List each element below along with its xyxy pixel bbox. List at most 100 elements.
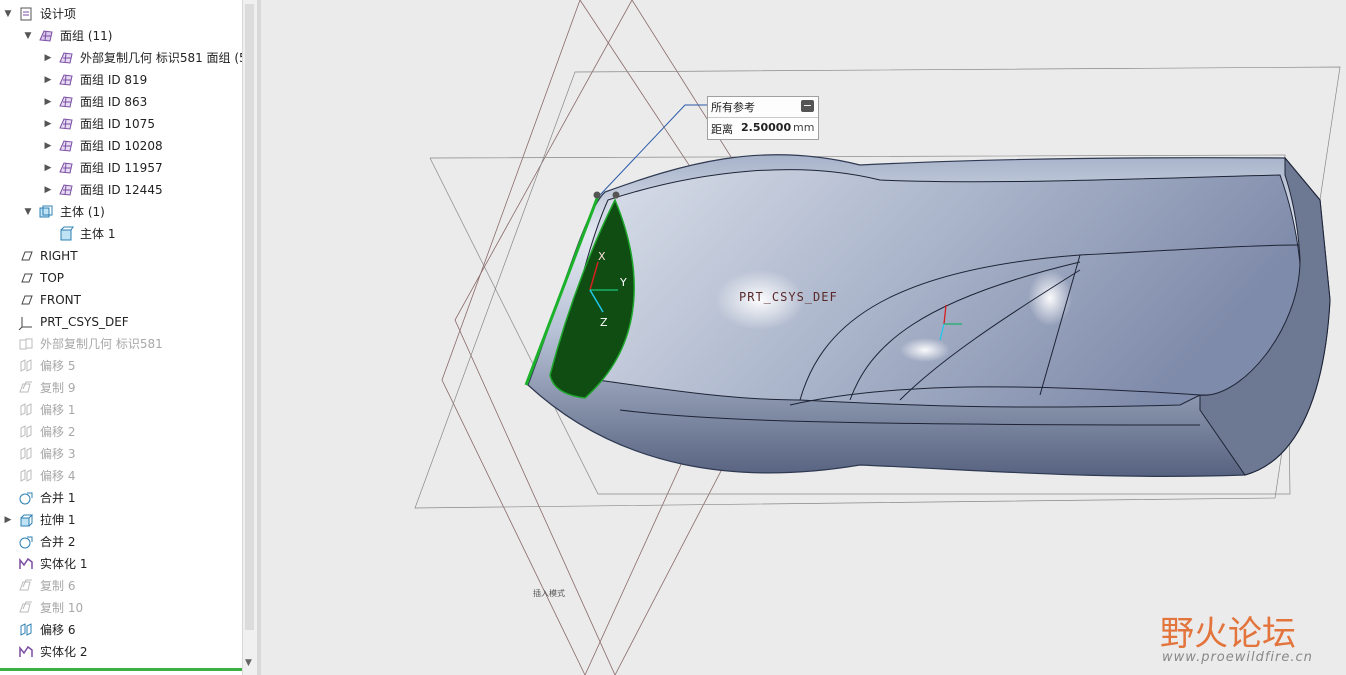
tree-item[interactable]: PRT_CSYS_DEF (0, 311, 242, 333)
tree-item[interactable]: ▼ 设计项 (0, 3, 242, 25)
copy-icon (18, 380, 34, 396)
expand-arrow-icon[interactable]: ▶ (42, 135, 54, 157)
tree-item-label: 合并 1 (40, 491, 76, 505)
body-group-icon (38, 204, 54, 220)
copy-icon (18, 578, 34, 594)
tree-item[interactable]: ▶ 拉伸 1 (0, 509, 242, 531)
collapse-arrow-icon[interactable]: ▼ (22, 25, 34, 47)
quilt-icon (58, 182, 74, 198)
expand-arrow-icon[interactable]: ▶ (42, 113, 54, 135)
expand-arrow-icon[interactable]: ▶ (42, 69, 54, 91)
distance-value[interactable]: 2.50000 (741, 121, 791, 134)
tree-item-label: 外部复制几何 标识581 (40, 337, 163, 351)
tree-item[interactable]: 偏移 1 (0, 399, 242, 421)
watermark-url: www.proewildfire.cn (1162, 650, 1313, 665)
tree-item-label: 偏移 4 (40, 469, 76, 483)
ref-point-1 (593, 191, 601, 199)
csys-label: PRT_CSYS_DEF (739, 290, 838, 304)
watermark-brand: 野火论坛 (1160, 614, 1296, 654)
tree-item[interactable]: ▶ 外部复制几何 标识581 面组 (5 (0, 47, 242, 69)
tree-status-line (0, 668, 242, 671)
quilt-icon (58, 94, 74, 110)
collapse-arrow-icon[interactable]: ▼ (2, 3, 14, 25)
tree-item[interactable]: 偏移 3 (0, 443, 242, 465)
tree-item-label: 偏移 5 (40, 359, 76, 373)
axis-x-label: X (598, 250, 606, 263)
scrollbar-thumb[interactable] (245, 4, 254, 630)
tree-item-label: 面组 ID 819 (80, 73, 148, 87)
collapse-arrow-icon[interactable]: ▼ (22, 201, 34, 223)
tree-item-label: 复制 9 (40, 381, 76, 395)
tree-item[interactable]: ▶ 面组 ID 10208 (0, 135, 242, 157)
tree-item-label: 面组 ID 863 (80, 95, 148, 109)
tree-item[interactable]: RIGHT (0, 245, 242, 267)
tree-item-label: 复制 6 (40, 579, 76, 593)
quilt-icon (58, 116, 74, 132)
tree-item[interactable]: ▶ 面组 ID 1075 (0, 113, 242, 135)
tree-item-label: 主体 (1) (60, 205, 105, 219)
tree-item-label: 外部复制几何 标识581 面组 (5 (80, 51, 242, 65)
expand-arrow-icon[interactable]: ▶ (2, 509, 14, 531)
design-items-icon (18, 6, 34, 22)
expand-arrow-icon[interactable]: ▶ (42, 47, 54, 69)
offset-icon (18, 402, 34, 418)
tree-item[interactable]: 偏移 6 (0, 619, 242, 641)
tree-item[interactable]: ▶ 面组 ID 12445 (0, 179, 242, 201)
offset-icon (18, 358, 34, 374)
axis-y-label: Y (619, 276, 627, 289)
distance-label: 距离 (711, 123, 733, 136)
tree-item-label: PRT_CSYS_DEF (40, 315, 129, 329)
tree-item[interactable]: 外部复制几何 标识581 (0, 333, 242, 355)
tree-item[interactable]: 合并 2 (0, 531, 242, 553)
tree-item[interactable]: 实体化 2 (0, 641, 242, 663)
tree-item[interactable]: 偏移 2 (0, 421, 242, 443)
tree-item[interactable]: 偏移 5 (0, 355, 242, 377)
expand-arrow-icon[interactable]: ▶ (42, 157, 54, 179)
tree-item[interactable]: 主体 1 (0, 223, 242, 245)
tree-item[interactable]: 实体化 1 (0, 553, 242, 575)
merge-icon (18, 490, 34, 506)
csys-icon (18, 314, 34, 331)
tree-item-label: 设计项 (40, 7, 77, 21)
tree-item-label: FRONT (40, 293, 81, 307)
mode-text: 插入模式 (533, 589, 565, 598)
tree-item[interactable]: ▼ 面组 (11) (0, 25, 242, 47)
tree-item-label: TOP (40, 271, 65, 285)
body-icon (58, 226, 74, 242)
tree-item-label: 偏移 1 (40, 403, 76, 417)
tree-item[interactable]: FRONT (0, 289, 242, 311)
tree-item[interactable]: 复制 9 (0, 377, 242, 399)
tree-item[interactable]: ▶ 面组 ID 863 (0, 91, 242, 113)
tree-item-label: 面组 ID 11957 (80, 161, 163, 175)
offset-icon (18, 622, 34, 638)
scroll-down-icon[interactable]: ▼ (245, 658, 252, 668)
tree-item[interactable]: TOP (0, 267, 242, 289)
model-tree: ▼ 设计项 ▼ 面组 (11) ▶ 外部复制几何 标识581 面组 (5 ▶ 面组 ID 81… (0, 0, 242, 675)
copy-geom-icon (18, 336, 34, 352)
minus-icon[interactable]: − (801, 100, 814, 112)
merge-icon (18, 534, 34, 550)
tooltip-divider (708, 117, 818, 118)
copy-icon (18, 600, 34, 616)
tree-item[interactable]: 复制 6 (0, 575, 242, 597)
tree-item[interactable]: ▶ 面组 ID 11957 (0, 157, 242, 179)
tree-item[interactable]: ▼ 主体 (1) (0, 201, 242, 223)
solidify-icon (18, 644, 34, 660)
tree-item[interactable]: 合并 1 (0, 487, 242, 509)
tree-item-label: RIGHT (40, 249, 78, 263)
tree-item[interactable]: 偏移 4 (0, 465, 242, 487)
tree-item-label: 面组 ID 10208 (80, 139, 163, 153)
expand-arrow-icon[interactable]: ▶ (42, 179, 54, 201)
datum-plane-icon (18, 248, 34, 264)
tree-item-label: 面组 ID 1075 (80, 117, 155, 131)
tree-item[interactable]: 复制 10 (0, 597, 242, 619)
highlight-2 (1028, 270, 1072, 326)
quilt-icon (58, 160, 74, 176)
offset-icon (18, 424, 34, 440)
quilt-icon (58, 138, 74, 154)
expand-arrow-icon[interactable]: ▶ (42, 91, 54, 113)
tree-item[interactable]: ▶ 面组 ID 819 (0, 69, 242, 91)
tree-item-label: 实体化 1 (40, 557, 88, 571)
tree-scrollbar[interactable]: ▼ (242, 0, 257, 675)
tree-item-label: 复制 10 (40, 601, 84, 615)
